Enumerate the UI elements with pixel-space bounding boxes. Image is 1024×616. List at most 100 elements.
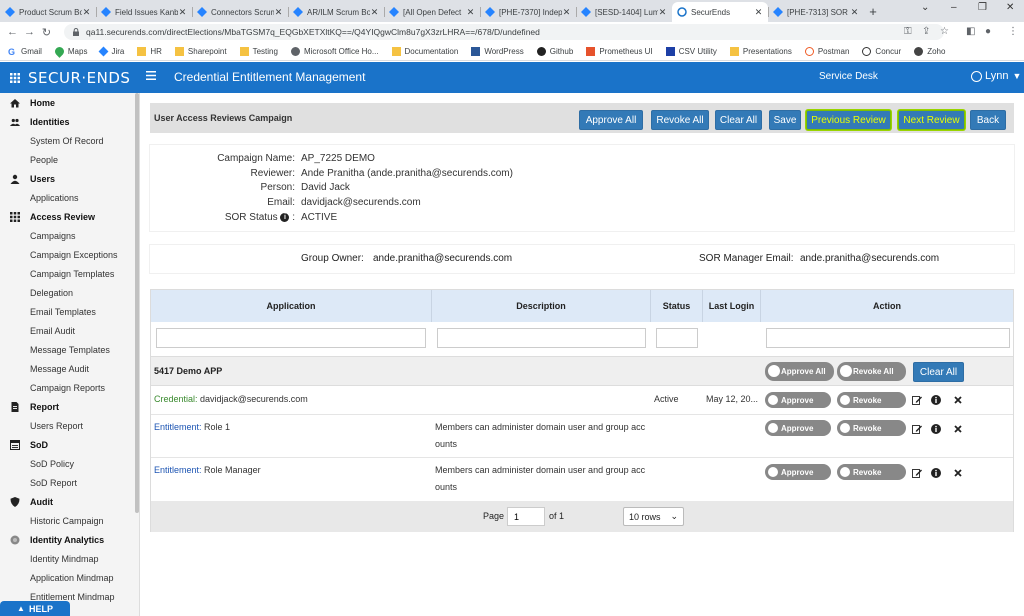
info-icon[interactable] (931, 468, 941, 478)
edit-icon[interactable] (912, 468, 922, 478)
close-tab-icon[interactable]: ✕ (754, 7, 763, 18)
browser-tab[interactable]: [SESD-1404] Lum ✕ (576, 2, 672, 22)
save-button[interactable]: Save (769, 110, 801, 130)
sidebar-item-campaign-exceptions[interactable]: Campaign Exceptions (0, 245, 139, 264)
group-clear-all-button[interactable]: Clear All (913, 362, 964, 382)
bookmark-postman[interactable]: Postman (804, 46, 849, 56)
browser-tab[interactable]: Connectors Scrum ✕ (192, 2, 288, 22)
sidebar-item-identity-mindmap[interactable]: Identity Mindmap (0, 549, 139, 568)
bookmark-gmail[interactable]: G Gmail (8, 47, 42, 57)
tab-search-icon[interactable]: ⌄ (921, 2, 929, 13)
sidebar-item-email-audit[interactable]: Email Audit (0, 321, 139, 340)
star-icon[interactable]: ☆ (940, 26, 949, 37)
sidebar-item-report[interactable]: Report (0, 397, 139, 416)
sidebar-item-sod-policy[interactable]: SoD Policy (0, 454, 139, 473)
sidebar-item-system-of-record[interactable]: System Of Record (0, 131, 139, 150)
hamburger-menu-icon[interactable] (146, 71, 156, 80)
column-header-last-login[interactable]: Last Login (703, 290, 761, 322)
close-tab-icon[interactable]: ✕ (562, 7, 571, 18)
group-approve-all-toggle[interactable]: Approve All (765, 362, 834, 381)
bookmark-github[interactable]: Github (536, 46, 573, 56)
page-number-input[interactable] (507, 507, 545, 526)
filter-description-input[interactable] (437, 328, 646, 348)
sidebar-item-delegation[interactable]: Delegation (0, 283, 139, 302)
bookmark-testing[interactable]: Testing (239, 46, 278, 56)
revoke-toggle[interactable]: Revoke (837, 420, 906, 436)
bookmark-csv-utility[interactable]: CSV Utility (665, 46, 717, 56)
restore-icon[interactable]: ❐ (978, 2, 987, 13)
profile-icon[interactable]: ● (985, 26, 991, 37)
securends-logo[interactable]: SECUR·ENDS (28, 69, 130, 87)
revoke-all-button[interactable]: Revoke All (651, 110, 709, 130)
sidebar-item-audit[interactable]: Audit (0, 492, 139, 511)
sidebar-item-users-report[interactable]: Users Report (0, 416, 139, 435)
approve-toggle[interactable]: Approve (765, 420, 831, 436)
bookmark-prometheus[interactable]: Prometheus UI (586, 46, 653, 56)
filter-status-input[interactable] (656, 328, 698, 348)
approve-all-button[interactable]: Approve All (579, 110, 643, 130)
bookmark-zoho[interactable]: Zoho (914, 46, 945, 56)
sidebar-item-campaign-reports[interactable]: Campaign Reports (0, 378, 139, 397)
sidebar-scrollbar[interactable] (135, 93, 139, 513)
bookmark-documentation[interactable]: Documentation (391, 46, 458, 56)
column-header-description[interactable]: Description (432, 290, 651, 322)
approve-toggle[interactable]: Approve (765, 392, 831, 408)
sidebar-item-access-review[interactable]: Access Review (0, 207, 139, 226)
filter-application-input[interactable] (156, 328, 426, 348)
user-menu[interactable]: Lynn ▼ (971, 70, 1021, 82)
group-revoke-all-toggle[interactable]: Revoke All (837, 362, 906, 381)
info-circle-icon[interactable]: i (280, 212, 290, 222)
share-icon[interactable]: ⇪ (922, 26, 930, 37)
bookmark-hr[interactable]: HR (137, 46, 162, 56)
minimize-icon[interactable]: – (951, 2, 957, 13)
forward-arrow-icon[interactable]: → (21, 26, 38, 38)
revoke-toggle[interactable]: Revoke (837, 392, 906, 408)
browser-tab[interactable]: [PHE-7313] SOR ✕ (768, 2, 864, 22)
back-button[interactable]: Back (970, 110, 1006, 130)
edit-icon[interactable] (912, 395, 922, 405)
close-tab-icon[interactable]: ✕ (82, 7, 91, 18)
browser-tab-active[interactable]: SecurEnds ✕ (672, 2, 768, 22)
sidebar-item-sod-report[interactable]: SoD Report (0, 473, 139, 492)
bookmark-sharepoint[interactable]: Sharepoint (174, 46, 227, 56)
sidebar-item-sod[interactable]: SoD (0, 435, 139, 454)
browser-tab[interactable]: AR/ILM Scrum Bo ✕ (288, 2, 384, 22)
info-icon[interactable] (931, 395, 941, 405)
sidebar-item-identities[interactable]: Identities (0, 112, 139, 131)
service-desk-link[interactable]: Service Desk (819, 71, 878, 82)
browser-tab[interactable]: [PHE-7370] Indep ✕ (480, 2, 576, 22)
revoke-toggle[interactable]: Revoke (837, 464, 906, 480)
rows-per-page-select[interactable]: 10 rows ⌄ (623, 507, 684, 526)
sidebar-item-message-templates[interactable]: Message Templates (0, 340, 139, 359)
column-header-application[interactable]: Application (151, 290, 432, 322)
close-tab-icon[interactable]: ✕ (466, 7, 475, 18)
sidebar-item-campaigns[interactable]: Campaigns (0, 226, 139, 245)
next-review-button[interactable]: Next Review (898, 110, 965, 130)
bookmark-presentations[interactable]: Presentations (729, 46, 792, 56)
close-window-icon[interactable]: ✕ (1006, 2, 1014, 13)
key-icon[interactable]: ⚿ (904, 26, 912, 37)
menu-kebab-icon[interactable]: ⋮ (1008, 26, 1018, 37)
browser-tab[interactable]: Field Issues Kanb ✕ (96, 2, 192, 22)
sidebar-item-people[interactable]: People (0, 150, 139, 169)
help-button[interactable]: ▲ HELP (0, 601, 70, 616)
filter-action-input[interactable] (766, 328, 1010, 348)
previous-review-button[interactable]: Previous Review (806, 110, 891, 130)
sidebar-item-message-audit[interactable]: Message Audit (0, 359, 139, 378)
browser-tab[interactable]: [All Open Defect ✕ (384, 2, 480, 22)
url-bar[interactable]: qa11.securends.com/directElections/MbaTG… (64, 24, 944, 40)
sidebar-item-applications[interactable]: Applications (0, 188, 139, 207)
new-tab-icon[interactable]: + (864, 2, 882, 22)
sidepanel-icon[interactable]: ◧ (966, 26, 975, 37)
sidebar-item-identity-analytics[interactable]: Identity Analytics (0, 530, 139, 549)
app-grid-icon[interactable] (10, 72, 20, 83)
bookmark-jira[interactable]: Jira (99, 46, 124, 56)
info-icon[interactable] (931, 424, 941, 434)
sidebar-item-home[interactable]: Home (0, 93, 139, 112)
sidebar-item-email-templates[interactable]: Email Templates (0, 302, 139, 321)
close-tab-icon[interactable]: ✕ (370, 7, 379, 18)
close-icon[interactable] (954, 469, 962, 477)
bookmark-concur[interactable]: Concur (862, 46, 901, 56)
browser-tab[interactable]: Product Scrum Bo ✕ (0, 2, 96, 22)
close-icon[interactable] (954, 396, 962, 404)
